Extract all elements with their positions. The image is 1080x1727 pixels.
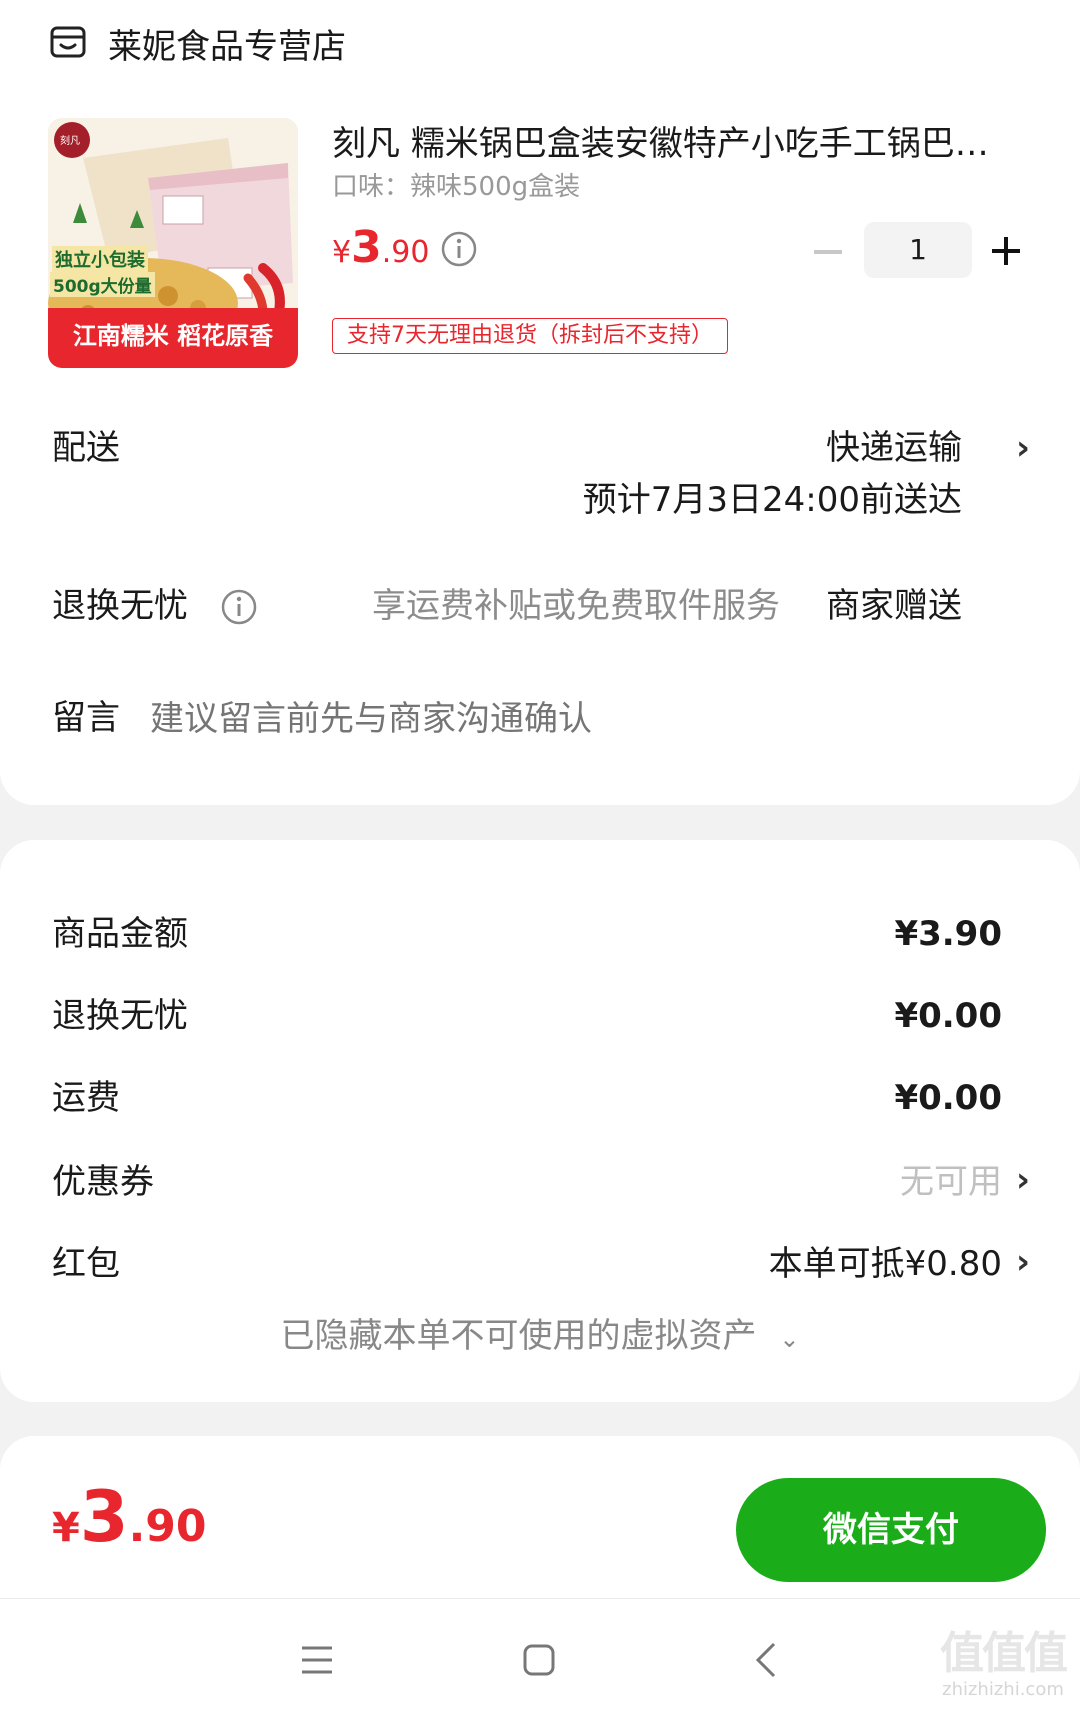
message-input[interactable] <box>148 692 1002 746</box>
minus-icon[interactable] <box>812 236 844 268</box>
redpacket-label: 红包 <box>52 1244 120 1284</box>
back-icon[interactable] <box>754 1641 778 1679</box>
delivery-label: 配送 <box>52 428 120 468</box>
return-service-label: 退换无忧 <box>52 586 188 626</box>
watermark-sub: zhizhizhi.com <box>942 1679 1064 1700</box>
redpacket-value[interactable]: 本单可抵¥0.80 <box>769 1244 1002 1284</box>
goods-amount-value: ¥3.90 <box>894 914 1002 954</box>
price-info-icon[interactable] <box>440 230 478 268</box>
order-card: 莱妮食品专营店 刻凡 独立小包装 500g大份量 江南糯米 稻花原香 刻凡 糯米… <box>0 0 1080 805</box>
product-title[interactable]: 刻凡 糯米锅巴盒装安徽特产小吃手工锅巴… <box>332 124 1042 164</box>
delivery-estimate: 预计7月3日24:00前送达 <box>582 480 962 520</box>
price-symbol: ¥ <box>332 235 352 270</box>
coupon-value[interactable]: 无可用 <box>900 1162 1002 1202</box>
redpacket-chevron-icon[interactable]: › <box>1016 1242 1030 1282</box>
return-policy-tag: 支持7天无理由退货（拆封后不支持） <box>332 318 728 354</box>
coupon-chevron-icon[interactable]: › <box>1016 1160 1030 1200</box>
hidden-assets-toggle[interactable]: 已隐藏本单不可使用的虚拟资产 ⌄ <box>0 1316 1080 1359</box>
image-tag-500g: 500g大份量 <box>50 272 155 297</box>
quantity-field[interactable]: 1 <box>864 222 972 278</box>
total-symbol: ¥ <box>52 1505 80 1551</box>
goods-amount-label: 商品金额 <box>52 914 188 954</box>
wechat-pay-button[interactable]: 微信支付 <box>736 1478 1046 1582</box>
return-service-desc: 享运费补贴或免费取件服务 <box>372 586 780 626</box>
return-service-status: 商家赠送 <box>826 586 962 626</box>
home-icon[interactable] <box>522 1643 556 1677</box>
watermark-logo: 值值值 zhizhizhi.com <box>928 1629 1078 1701</box>
coupon-label: 优惠券 <box>52 1162 154 1202</box>
price-integer: 3 <box>351 222 382 273</box>
shipping-fee-label: 运费 <box>52 1078 120 1118</box>
system-nav-bar: 值值值 zhizhizhi.com <box>0 1598 1080 1727</box>
total-integer: 3 <box>79 1476 129 1558</box>
product-flavor[interactable]: 口味：辣味500g盒装 <box>332 170 580 204</box>
image-tag-small-pack: 独立小包装 <box>52 246 148 272</box>
checkout-bar: ¥ 3 .90 微信支付 <box>0 1436 1080 1598</box>
chevron-down-icon: ⌄ <box>779 1325 800 1353</box>
return-info-icon[interactable] <box>220 588 258 626</box>
menu-icon[interactable] <box>300 1645 334 1675</box>
product-image[interactable]: 刻凡 独立小包装 500g大份量 江南糯米 稻花原香 <box>48 118 298 368</box>
return-fee-value: ¥0.00 <box>894 996 1002 1036</box>
watermark-text: 值值值 <box>940 1628 1068 1679</box>
shipping-fee-value: ¥0.00 <box>894 1078 1002 1118</box>
image-brand-text: 刻凡 <box>60 136 80 147</box>
return-fee-label: 退换无忧 <box>52 996 188 1036</box>
price-decimal: .90 <box>381 235 430 270</box>
store-name: 莱妮食品专营店 <box>108 26 346 67</box>
plus-icon[interactable] <box>990 235 1022 267</box>
image-banner-text: 江南糯米 稻花原香 <box>72 322 274 350</box>
store-icon <box>48 23 88 63</box>
hidden-assets-text: 已隐藏本单不可使用的虚拟资产 <box>280 1316 757 1356</box>
delivery-chevron-icon[interactable]: › <box>1016 428 1030 468</box>
product-price: ¥ 3 .90 <box>332 222 429 273</box>
store-header[interactable]: 莱妮食品专营店 <box>48 18 346 68</box>
total-decimal: .90 <box>128 1501 207 1552</box>
delivery-method[interactable]: 快递运输 <box>826 428 962 468</box>
message-label: 留言 <box>52 698 120 738</box>
total-price: ¥ 3 .90 <box>52 1476 207 1558</box>
summary-card: 商品金额 ¥3.90 退换无忧 ¥0.00 运费 ¥0.00 优惠券 无可用 ›… <box>0 840 1080 1402</box>
